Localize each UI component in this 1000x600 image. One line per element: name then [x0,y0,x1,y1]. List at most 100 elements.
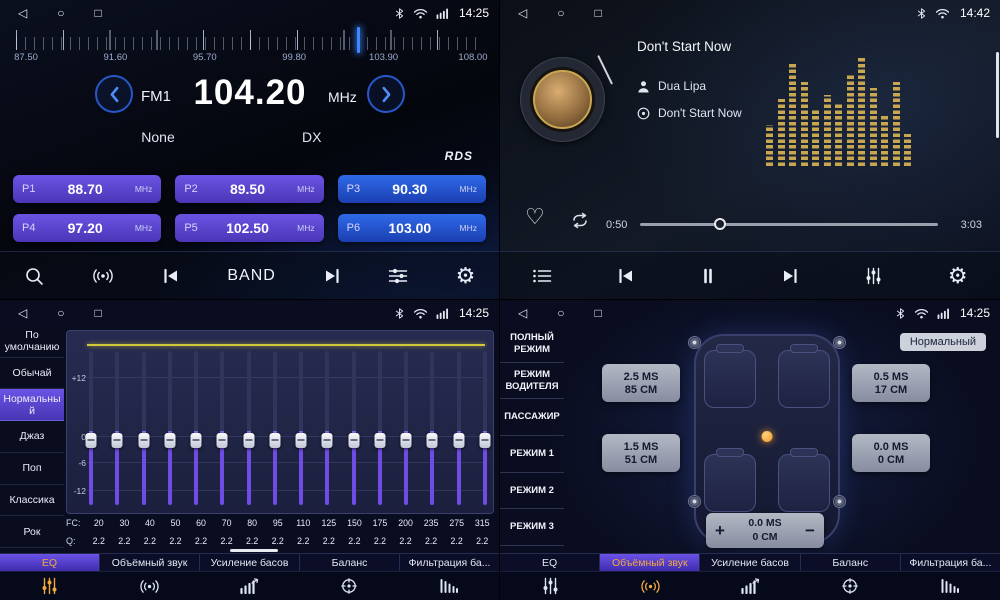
preset-p4-button[interactable]: P4 97.20 MHz [13,214,161,242]
eq-preset-item[interactable]: По умолчанию [0,326,64,358]
recents-nav-icon[interactable]: □ [94,307,101,319]
home-nav-icon[interactable]: ○ [57,7,64,19]
seek-previous-button[interactable] [158,264,184,288]
delay-increase-button[interactable]: + [706,521,734,541]
search-button[interactable] [20,262,48,290]
eq-band-slider[interactable] [273,351,277,505]
preset-p6-button[interactable]: P6 103.00 MHz [338,214,486,242]
delay-rear-left-button[interactable]: 1.5 MS 51 CM [602,434,680,472]
tab-surround[interactable]: Объёмный звук [600,554,700,571]
tab-balance-icon-button[interactable] [299,572,399,600]
eq-band-slider[interactable] [299,351,303,505]
home-nav-icon[interactable]: ○ [57,307,64,319]
favorite-button[interactable]: ♡ [525,206,545,228]
settings-button[interactable]: ⚙ [452,261,480,291]
tab-balance-icon-button[interactable] [800,572,900,600]
horizontal-scroll-indicator[interactable] [230,549,278,552]
tune-down-button[interactable] [95,75,133,113]
mode-1[interactable]: РЕЖИМ 1 [500,436,564,473]
tab-surround-icon-button[interactable] [600,572,700,600]
tab-balance[interactable]: Баланс [801,554,901,571]
preset-p5-button[interactable]: P5 102.50 MHz [175,214,323,242]
eq-band-slider[interactable] [115,351,119,505]
eq-band-slider[interactable] [220,351,224,505]
tab-surround[interactable]: Объёмный звук [100,554,200,571]
preset-p2-button[interactable]: P2 89.50 MHz [175,175,323,203]
eq-band-slider[interactable] [483,351,487,505]
tab-filter[interactable]: Фильтрация ба... [400,554,499,571]
recents-nav-icon[interactable]: □ [94,7,101,19]
tab-label: Фильтрация ба... [409,557,491,569]
eq-band-slider[interactable] [457,351,461,505]
eq-band-slider[interactable] [142,351,146,505]
mode-2[interactable]: РЕЖИМ 2 [500,473,564,510]
preset-p3-button[interactable]: P3 90.30 MHz [338,175,486,203]
preset-frequency: 90.30 [360,181,459,197]
home-nav-icon[interactable]: ○ [557,7,564,19]
eq-band-slider[interactable] [430,351,434,505]
mode-passenger[interactable]: ПАССАЖИР [500,399,564,436]
recents-nav-icon[interactable]: □ [594,307,601,319]
frequency-ruler[interactable] [16,30,483,50]
mode-driver[interactable]: РЕЖИМ ВОДИТЕЛЯ [500,363,564,400]
progress-knob[interactable] [714,218,726,230]
back-nav-icon[interactable]: ◁ [518,307,527,319]
eq-preset-item[interactable]: Обычай [0,358,64,390]
previous-track-button[interactable] [613,264,639,288]
delay-front-right-button[interactable]: 0.5 MS 17 CM [852,364,930,402]
next-track-button[interactable] [777,264,803,288]
tab-bass-icon-button[interactable] [200,572,300,600]
settings-button[interactable]: ⚙ [944,261,972,291]
eq-band-slider[interactable] [404,351,408,505]
preset-p1-button[interactable]: P1 88.70 MHz [13,175,161,203]
eq-preset-label: По умолчанию [3,329,61,353]
mode-3[interactable]: РЕЖИМ 3 [500,509,564,546]
back-nav-icon[interactable]: ◁ [518,7,527,19]
eq-preset-item[interactable]: Рок [0,516,64,548]
tab-surround-icon-button[interactable] [100,572,200,600]
delay-decrease-button[interactable]: − [796,521,824,541]
playlist-button[interactable] [528,264,556,288]
delay-front-left-button[interactable]: 2.5 MS 85 CM [602,364,680,402]
tab-balance[interactable]: Баланс [300,554,400,571]
list-scrollbar[interactable] [996,52,999,138]
eq-preset-item[interactable]: Классика [0,485,64,517]
recents-nav-icon[interactable]: □ [594,7,601,19]
tab-eq-icon-button[interactable] [500,572,600,600]
eq-preset-item[interactable]: Джаз [0,421,64,453]
equalizer-button[interactable] [860,263,887,289]
back-nav-icon[interactable]: ◁ [18,7,27,19]
eq-band-slider[interactable] [378,351,382,505]
seek-next-button[interactable] [319,264,345,288]
tab-bass-boost[interactable]: Усиление басов [700,554,800,571]
delay-rear-right-button[interactable]: 0.0 MS 0 CM [852,434,930,472]
eq-band-slider[interactable] [325,351,329,505]
tune-up-button[interactable] [367,75,405,113]
db-scale-label: -12 [69,486,86,496]
eq-band-slider[interactable] [352,351,356,505]
fc-value: 50 [163,518,189,528]
repeat-button[interactable] [570,212,590,232]
tab-filter[interactable]: Фильтрация ба... [901,554,1000,571]
tab-eq[interactable]: EQ [500,554,600,571]
eq-band-slider[interactable] [89,351,93,505]
tab-bass-icon-button[interactable] [700,572,800,600]
tab-eq[interactable]: EQ [0,554,100,571]
audio-adjust-button[interactable] [384,263,412,289]
pause-button[interactable] [696,264,720,288]
eq-band-slider[interactable] [247,351,251,505]
eq-band-slider[interactable] [194,351,198,505]
eq-band-slider[interactable] [168,351,172,505]
home-nav-icon[interactable]: ○ [557,307,564,319]
tab-filter-icon-button[interactable] [900,572,1000,600]
progress-bar[interactable] [640,216,938,232]
tab-bass-boost[interactable]: Усиление басов [200,554,300,571]
band-button[interactable]: BAND [223,263,279,289]
eq-preset-item[interactable]: Поп [0,453,64,485]
scan-broadcast-button[interactable] [87,264,119,288]
tab-filter-icon-button[interactable] [399,572,499,600]
eq-preset-item-active[interactable]: Нормальный [0,389,64,421]
tab-eq-icon-button[interactable] [0,572,100,600]
back-nav-icon[interactable]: ◁ [18,307,27,319]
mode-full[interactable]: ПОЛНЫЙ РЕЖИМ [500,326,564,363]
